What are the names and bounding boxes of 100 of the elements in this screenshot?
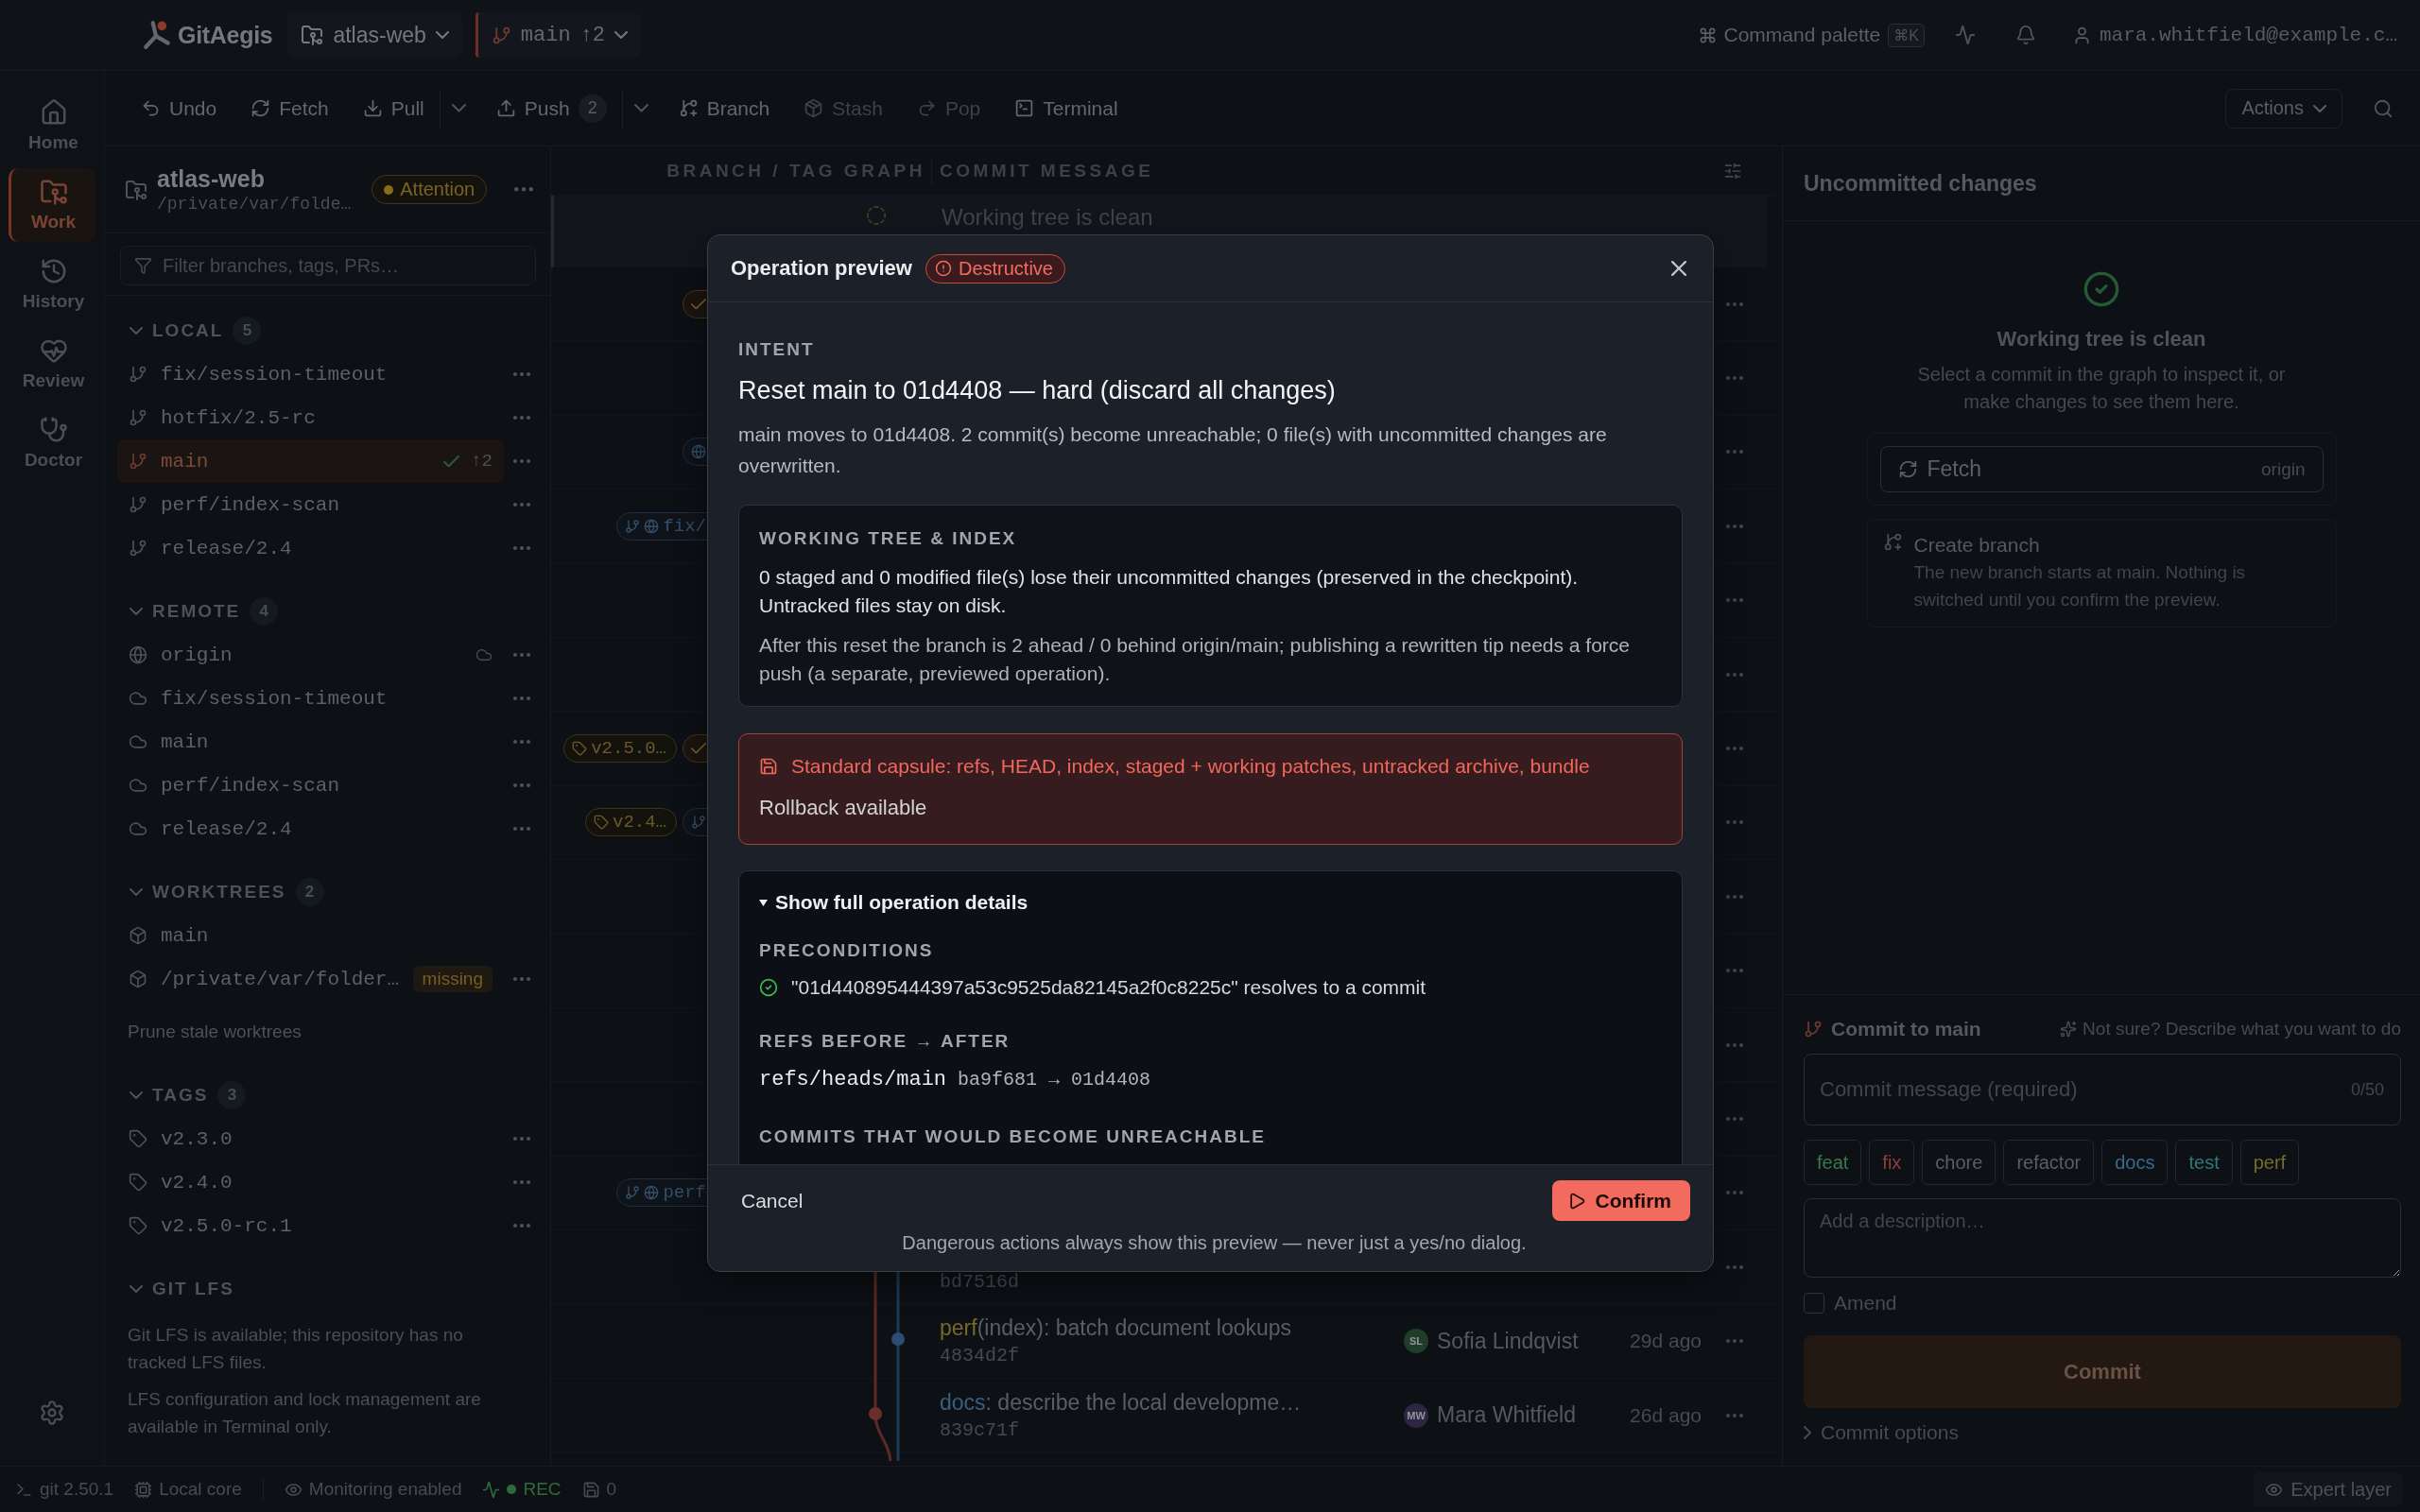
remote-label: origin xyxy=(2261,458,2306,480)
nav-item[interactable]: History xyxy=(9,248,95,321)
intent-title: Reset main to 01d4408 — hard (discard all changes) xyxy=(738,375,1337,406)
info-text: LFS configuration and lock management are available in Terminal only. xyxy=(128,1388,482,1438)
chevron-icon xyxy=(2313,104,2326,112)
branch-button[interactable]: Branch xyxy=(668,89,780,128)
branch-icon xyxy=(129,408,147,427)
commit-options-toggle[interactable]: Commit options xyxy=(1804,1421,2401,1444)
branch-selector[interactable]: main ↑2 xyxy=(475,12,642,58)
chip-icon xyxy=(134,1480,153,1499)
check-icon xyxy=(691,743,706,754)
ellipsis-icon xyxy=(1726,1264,1743,1269)
commit-time: 29d ago xyxy=(1629,1330,1703,1353)
undo-button[interactable]: Undo xyxy=(131,89,227,128)
worktree-item[interactable]: main xyxy=(117,914,504,957)
branch-item[interactable]: hotfix/2.5-rc xyxy=(117,396,504,439)
panel-title: Uncommitted changes xyxy=(1783,146,2420,221)
avatar: MW xyxy=(1404,1402,1428,1428)
ellipsis-icon xyxy=(513,827,530,831)
section-label: REFS BEFORE → AFTER xyxy=(759,1031,1011,1052)
tag-chip[interactable]: v2.4… xyxy=(585,808,677,837)
remote-branch-item[interactable]: main xyxy=(117,720,504,764)
package-icon xyxy=(129,970,147,988)
package-icon xyxy=(804,98,824,118)
prune-link[interactable]: Prune stale worktrees xyxy=(105,1010,550,1054)
section-label: WORKING TREE & INDEX xyxy=(759,528,1018,549)
commit-type-chip[interactable]: feat xyxy=(1804,1140,1862,1185)
refresh-icon xyxy=(251,98,271,118)
commit-title: Commit to main xyxy=(1804,1018,1981,1040)
worktree-item[interactable]: /private/var/folder… missing xyxy=(117,957,504,1001)
terminal-button[interactable]: Terminal xyxy=(1005,89,1128,128)
ellipsis-icon xyxy=(1726,1191,1743,1195)
commit-type-chip[interactable]: refactor xyxy=(2003,1140,2095,1185)
ellipsis-icon xyxy=(513,696,530,700)
activity-icon xyxy=(482,1480,501,1499)
section-label: INTENT xyxy=(738,339,816,360)
branch-icon xyxy=(129,452,147,471)
status-item: 0 xyxy=(581,1479,617,1500)
chevron-icon xyxy=(435,31,449,39)
ellipsis-icon xyxy=(1726,450,1743,455)
pull-button[interactable]: Pull xyxy=(353,89,434,128)
remote-item[interactable]: origin xyxy=(117,633,504,677)
branch-item[interactable]: release/2.4 xyxy=(117,526,504,570)
branch-item[interactable]: main ↑2 xyxy=(117,439,504,483)
ellipsis-icon xyxy=(1726,672,1743,677)
actions-menu-button[interactable]: Actions xyxy=(2225,88,2342,129)
commit-type-chip[interactable]: fix xyxy=(1869,1140,1915,1185)
command-palette-button[interactable]: Command palette ⌘K xyxy=(1698,23,1925,47)
commit-type-chip[interactable]: perf xyxy=(2239,1140,2300,1185)
author-name: Sofia Lindqvist xyxy=(1437,1328,1579,1354)
nav-item[interactable]: Review xyxy=(9,327,95,401)
commit-type-chip[interactable]: test xyxy=(2175,1140,2233,1185)
filter-field[interactable]: Filter branches, tags, PRs… xyxy=(120,246,536,285)
ellipsis-icon xyxy=(1726,376,1743,381)
section-header[interactable]: GIT LFS xyxy=(105,1267,550,1311)
settings-icon xyxy=(39,1400,65,1426)
nav-item[interactable]: Work xyxy=(9,168,95,242)
commit-time: 26d ago xyxy=(1629,1403,1703,1427)
intent-summary: main moves to 01d4408. 2 commit(s) become unreachable; 0 file(s) with uncommitted changes are overwritten. xyxy=(738,422,1608,478)
tag-item[interactable]: v2.3.0 xyxy=(117,1117,504,1160)
chevron-icon xyxy=(633,104,648,112)
ellipsis-icon xyxy=(513,740,530,744)
remote-branch-item[interactable]: perf/index-scan xyxy=(117,764,504,807)
tag-icon xyxy=(129,1129,147,1148)
confirm-button[interactable]: Confirm xyxy=(1551,1180,1690,1221)
fetch-button[interactable]: Fetch xyxy=(241,89,338,128)
commit-type-chip[interactable]: docs xyxy=(2101,1140,2169,1185)
repo-selector[interactable]: atlas-web xyxy=(287,12,462,58)
empty-state-text: Select a commit in the graph to inspect it, or make changes to see them here. xyxy=(1916,363,2287,414)
fetch-button[interactable]: Fetch origin xyxy=(1879,446,2324,492)
account-button[interactable]: mara.whitfield@example.c… xyxy=(2071,24,2397,46)
dialog-footnote: Dangerous actions always show this preview — never just a yes/no dialog. xyxy=(901,1232,1528,1254)
globe-icon xyxy=(644,1185,660,1201)
push-button[interactable]: Push 2 xyxy=(486,86,616,130)
tag-item[interactable]: v2.4.0 xyxy=(117,1160,504,1204)
ellipsis-icon xyxy=(513,546,530,550)
tag-icon xyxy=(129,1216,147,1235)
amend-checkbox[interactable] xyxy=(1804,1293,1824,1314)
tag-item[interactable]: v2.5.0-rc.1 xyxy=(117,1204,504,1247)
cancel-button[interactable]: Cancel xyxy=(738,1181,806,1220)
nav-item[interactable]: Doctor xyxy=(9,406,95,480)
folder-git-icon xyxy=(39,178,68,206)
recording-dot-icon xyxy=(507,1485,517,1494)
remote-branch-item[interactable]: release/2.4 xyxy=(117,807,504,850)
commit-type-chip[interactable]: chore xyxy=(1922,1140,1996,1185)
globe-icon xyxy=(691,444,706,460)
expert-layer-button[interactable]: Expert layer xyxy=(2254,1472,2403,1506)
branch-item[interactable]: perf/index-scan xyxy=(117,483,504,526)
status-item: REC xyxy=(482,1479,562,1500)
assist-link[interactable]: Not sure? Describe what you want to do xyxy=(2060,1019,2401,1040)
tag-chip[interactable]: v2.5.0… xyxy=(563,734,677,764)
command-icon xyxy=(1698,26,1717,44)
details-toggle[interactable]: Show full operation details xyxy=(759,891,1028,914)
ellipsis-icon xyxy=(513,783,530,787)
repo-name: atlas-web xyxy=(157,165,266,193)
nav-item[interactable]: Home xyxy=(9,89,95,163)
view-options-button[interactable] xyxy=(1723,161,1742,180)
remote-branch-item[interactable]: fix/session-timeout xyxy=(117,677,504,720)
ellipsis-icon xyxy=(513,503,530,507)
branch-item[interactable]: fix/session-timeout xyxy=(117,352,504,396)
